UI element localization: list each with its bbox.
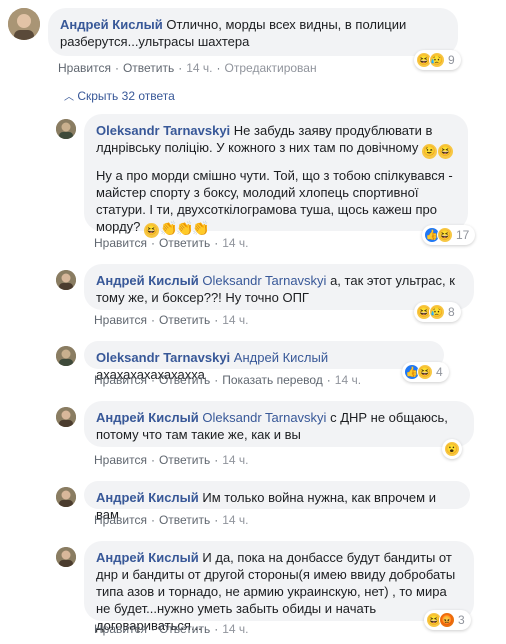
angry-icon: 😡 <box>439 612 455 628</box>
avatar[interactable] <box>8 8 40 40</box>
sad-icon: 😥 <box>429 52 445 68</box>
reaction-count: 8 <box>448 305 455 319</box>
reply-mention[interactable]: Oleksandr Tarnavskyi <box>202 273 326 288</box>
like-link[interactable]: Нравится <box>94 453 147 467</box>
laugh-emoji-icon: 😆 <box>438 144 453 159</box>
reply-link[interactable]: Ответить <box>159 236 210 250</box>
avatar[interactable] <box>56 346 76 366</box>
hide-replies-label: Скрыть 32 ответа <box>77 89 175 103</box>
reply-author[interactable]: Андрей Кислый <box>96 273 199 288</box>
reply-actions: Нравится · Ответить · 14 ч. <box>94 622 249 636</box>
like-link[interactable]: Нравится <box>94 513 147 527</box>
reply-bubble: Oleksandr Tarnavskyi Не забудь заяву про… <box>84 114 468 238</box>
reply-time[interactable]: 14 ч. <box>222 236 248 250</box>
reaction-summary[interactable]: 👍 😆 4 <box>402 362 449 382</box>
reaction-count: 4 <box>436 365 443 379</box>
avatar[interactable] <box>56 407 76 427</box>
reply-bubble: Oleksandr Tarnavskyi Андрей Кислый ахаха… <box>84 341 444 382</box>
chevron-up-icon: ︿ <box>64 92 74 103</box>
reply-bubble: Андрей Кислый И да, пока на донбассе буд… <box>84 541 474 633</box>
avatar[interactable] <box>56 547 76 567</box>
reply-link[interactable]: Ответить <box>123 61 174 75</box>
reply-bubble: Андрей Кислый Им только война нужна, как… <box>84 481 470 522</box>
clap-emoji-icon: 👏 <box>192 220 210 236</box>
reply-bubble: Андрей Кислый Oleksandr Tarnavskyi а, та… <box>84 264 474 310</box>
reply-link[interactable]: Ответить <box>159 313 210 327</box>
reply-author[interactable]: Андрей Кислый <box>96 490 199 505</box>
reply-link[interactable]: Ответить <box>159 513 210 527</box>
reply-time[interactable]: 14 ч. <box>222 513 248 527</box>
reply-actions: Нравится · Ответить · 14 ч. <box>94 453 249 467</box>
translate-link[interactable]: Показать перевод <box>222 373 323 387</box>
reply-time[interactable]: 14 ч. <box>222 453 248 467</box>
edited-label: Отредактирован <box>224 61 317 75</box>
reply-mention[interactable]: Андрей Кислый <box>234 350 328 365</box>
like-link[interactable]: Нравится <box>94 313 147 327</box>
clap-emoji-icon: 👏 <box>160 220 178 236</box>
comment-bubble: Андрей Кислый Отлично, морды всех видны,… <box>48 8 458 56</box>
reply-mention[interactable]: Oleksandr Tarnavskyi <box>202 410 326 425</box>
comment-actions: Нравится · Ответить · 14 ч. · Отредактирован <box>58 61 317 75</box>
comment-author[interactable]: Андрей Кислый <box>60 17 163 32</box>
hide-replies-link[interactable]: ︿ Скрыть 32 ответа <box>64 88 175 103</box>
reply-link[interactable]: Ответить <box>159 453 210 467</box>
clap-emoji-icon: 👏 <box>176 220 194 236</box>
haha-icon: 😆 <box>437 227 453 243</box>
reaction-count: 17 <box>456 228 470 242</box>
reaction-count: 9 <box>448 53 455 67</box>
comment-time[interactable]: 14 ч. <box>186 61 212 75</box>
reply-actions: Нравится · Ответить · 14 ч. <box>94 313 249 327</box>
reaction-count: 3 <box>458 613 465 627</box>
reaction-summary[interactable]: 😆 😡 3 <box>424 610 471 630</box>
reaction-summary[interactable]: 😮 <box>442 439 462 459</box>
like-link[interactable]: Нравится <box>58 61 111 75</box>
reply-link[interactable]: Ответить <box>159 622 210 636</box>
reply-author[interactable]: Oleksandr Tarnavskyi <box>96 123 230 138</box>
like-link[interactable]: Нравится <box>94 622 147 636</box>
reply-time[interactable]: 14 ч. <box>222 313 248 327</box>
avatar[interactable] <box>56 487 76 507</box>
reaction-summary[interactable]: 😆 😥 8 <box>414 302 461 322</box>
avatar[interactable] <box>56 270 76 290</box>
reply-author[interactable]: Андрей Кислый <box>96 410 199 425</box>
reply-link[interactable]: Ответить <box>159 373 210 387</box>
wink-emoji-icon: 😉 <box>422 144 437 159</box>
haha-icon: 😆 <box>417 364 433 380</box>
reaction-summary[interactable]: 😆 😥 9 <box>414 50 461 70</box>
reaction-summary[interactable]: 👍 😆 17 <box>422 225 476 245</box>
sad-icon: 😥 <box>429 304 445 320</box>
like-link[interactable]: Нравится <box>94 373 147 387</box>
reply-actions: Нравится · Ответить · 14 ч. <box>94 513 249 527</box>
reply-bubble: Андрей Кислый Oleksandr Tarnavskyi с ДНР… <box>84 401 474 447</box>
reply-actions: Нравится · Ответить · 14 ч. <box>94 236 249 250</box>
reply-time[interactable]: 14 ч. <box>335 373 361 387</box>
reply-time[interactable]: 14 ч. <box>222 622 248 636</box>
reply-author[interactable]: Oleksandr Tarnavskyi <box>96 350 230 365</box>
reply-actions: Нравится · Ответить · Показать перевод · 14 ч. <box>94 373 362 387</box>
reply-author[interactable]: Андрей Кислый <box>96 550 199 565</box>
avatar[interactable] <box>56 119 76 139</box>
wow-icon: 😮 <box>444 441 460 457</box>
like-link[interactable]: Нравится <box>94 236 147 250</box>
